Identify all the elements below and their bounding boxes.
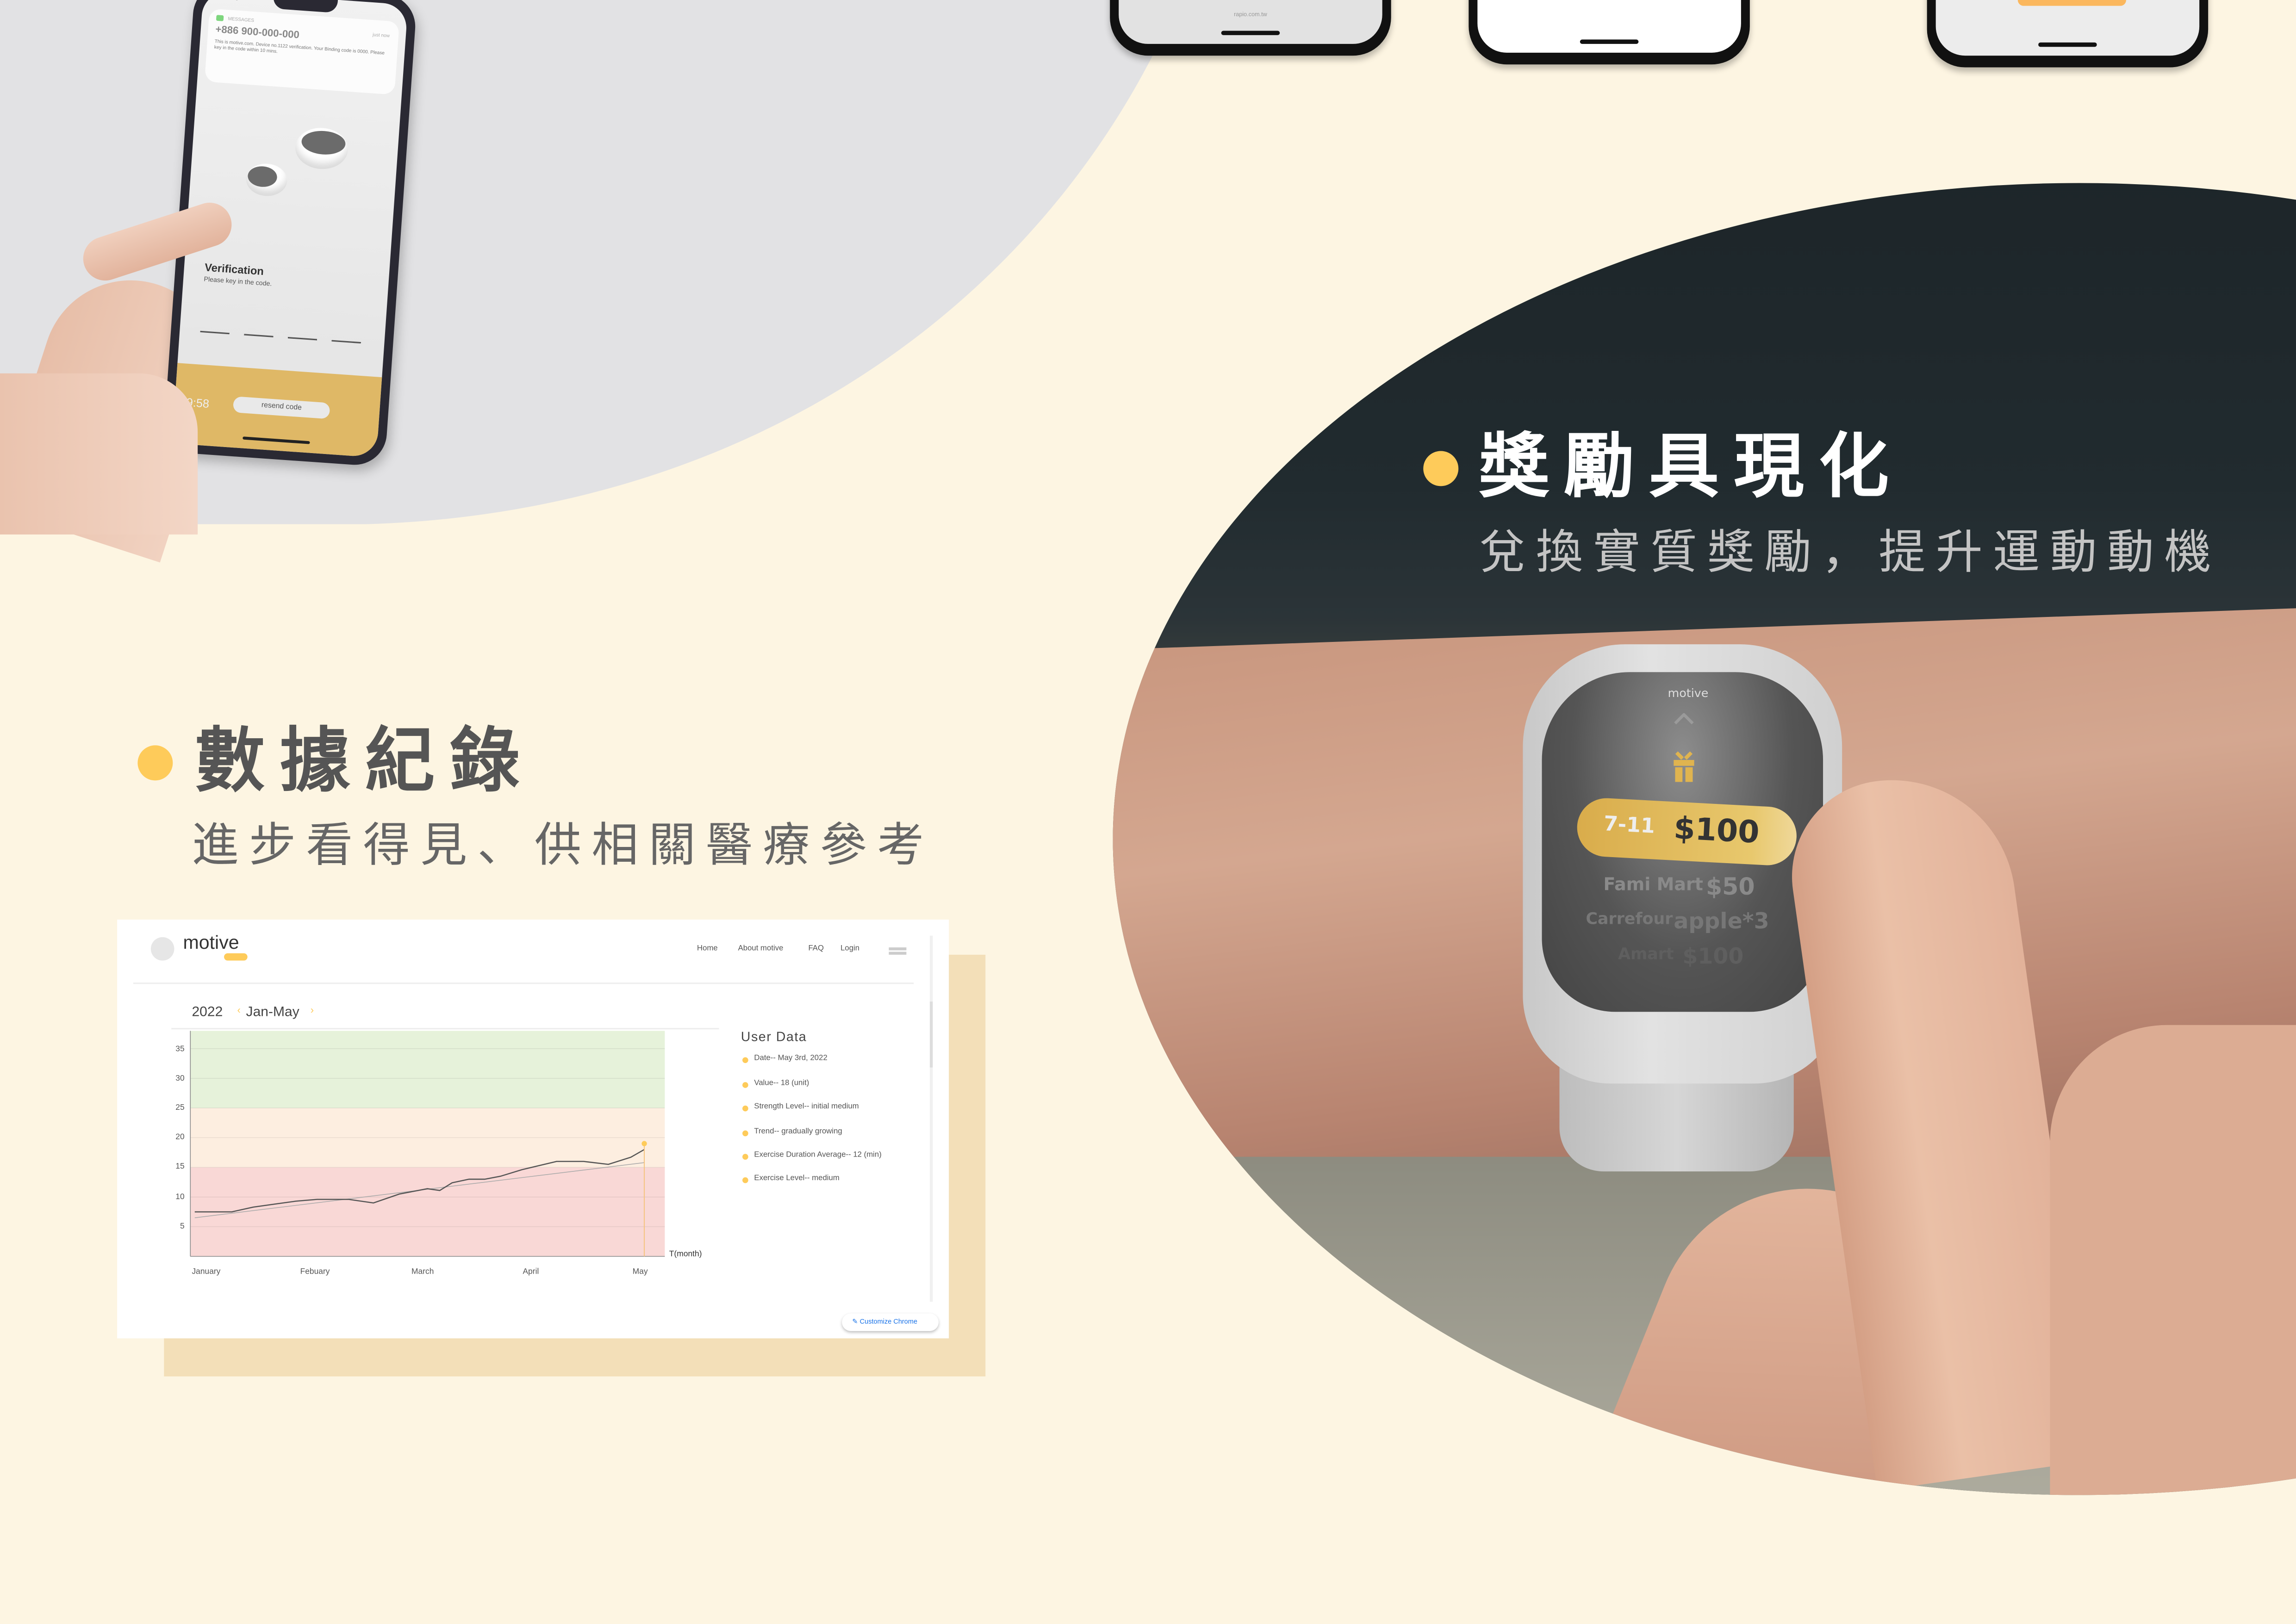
chart-band	[190, 1031, 665, 1108]
phone-mockup-1: rapio.com.tw	[1110, 0, 1391, 56]
bullet-dot	[742, 1105, 748, 1112]
chart-band	[190, 1167, 665, 1257]
phone-1-url: rapio.com.tw	[1234, 10, 1267, 18]
user-data-item: Exercise Duration Average-- 12 (min)	[754, 1151, 882, 1160]
watch-brand: motive	[1668, 686, 1709, 700]
reward-subtitle: 兌換實質獎勵，提升運動動機	[1479, 525, 2221, 579]
x-axis-label: T(month)	[669, 1250, 702, 1259]
progress-chart	[190, 1031, 665, 1257]
phone-mockup-2	[1468, 0, 1750, 65]
user-data-item: Trend-- gradually growing	[754, 1127, 842, 1137]
reward-value-3: $100	[1682, 943, 1744, 970]
y-tick-label: 25	[175, 1104, 185, 1113]
phone-mockup-3	[1927, 0, 2209, 68]
user-data-item: Strength Level-- initial medium	[754, 1102, 859, 1112]
chevron-up-icon[interactable]	[1674, 713, 1694, 725]
reward-store-3: Amart	[1618, 944, 1674, 964]
y-tick-label: 35	[175, 1045, 185, 1055]
selected-reward[interactable]: 7-11 $100	[1575, 796, 1798, 867]
customize-chrome-button[interactable]: ✎ Customize Chrome	[842, 1313, 939, 1331]
bullet-dot	[1423, 451, 1459, 486]
bullet-dot	[742, 1082, 748, 1088]
x-tick-label: March	[411, 1268, 434, 1277]
x-tick-label: May	[632, 1268, 648, 1277]
reward-store-1: Fami Mart	[1603, 874, 1703, 895]
reward-value-2: apple*3	[1674, 908, 1769, 934]
customize-chrome-label: Customize Chrome	[859, 1318, 918, 1325]
highlight-point	[641, 1141, 647, 1146]
selected-value: $100	[1673, 810, 1761, 850]
gift-icon	[1674, 751, 1694, 782]
user-data-item: Exercise Level-- medium	[754, 1174, 840, 1183]
reward-value-1: $50	[1705, 872, 1755, 901]
y-tick-label: 30	[175, 1075, 185, 1084]
scrollbar-thumb[interactable]	[930, 1002, 933, 1068]
page-canvas: 16:34 MESSAGES just now +886 900-000-000…	[0, 0, 2296, 1624]
bullet-dot	[742, 1154, 748, 1160]
y-tick-label: 5	[180, 1222, 185, 1232]
bullet-dot	[742, 1177, 748, 1183]
hand-palm	[2050, 1025, 2296, 1495]
user-data-item: Value-- 18 (unit)	[754, 1079, 809, 1088]
y-tick-label: 15	[175, 1163, 185, 1172]
watch-photo: motive Fami Mart $50 Carrefour apple*3 A…	[1113, 183, 2296, 1495]
reward-title: 獎勵具現化	[1479, 429, 1904, 507]
bullet-dot	[742, 1057, 748, 1063]
orange-button[interactable]	[2017, 0, 2126, 6]
y-tick-label: 20	[175, 1133, 185, 1142]
x-tick-label: January	[192, 1268, 221, 1277]
y-tick-label: 10	[175, 1193, 185, 1202]
user-data-item: Date-- May 3rd, 2022	[754, 1054, 828, 1063]
x-tick-label: Febuary	[300, 1268, 330, 1277]
user-data-title: User Data	[740, 1029, 807, 1044]
selected-store: 7-11	[1603, 813, 1656, 839]
x-tick-label: April	[523, 1268, 539, 1277]
reward-store-2: Carrefour	[1586, 909, 1673, 928]
pencil-icon: ✎	[852, 1318, 858, 1325]
bullet-dot	[742, 1130, 748, 1137]
scrollbar[interactable]	[930, 935, 933, 1302]
